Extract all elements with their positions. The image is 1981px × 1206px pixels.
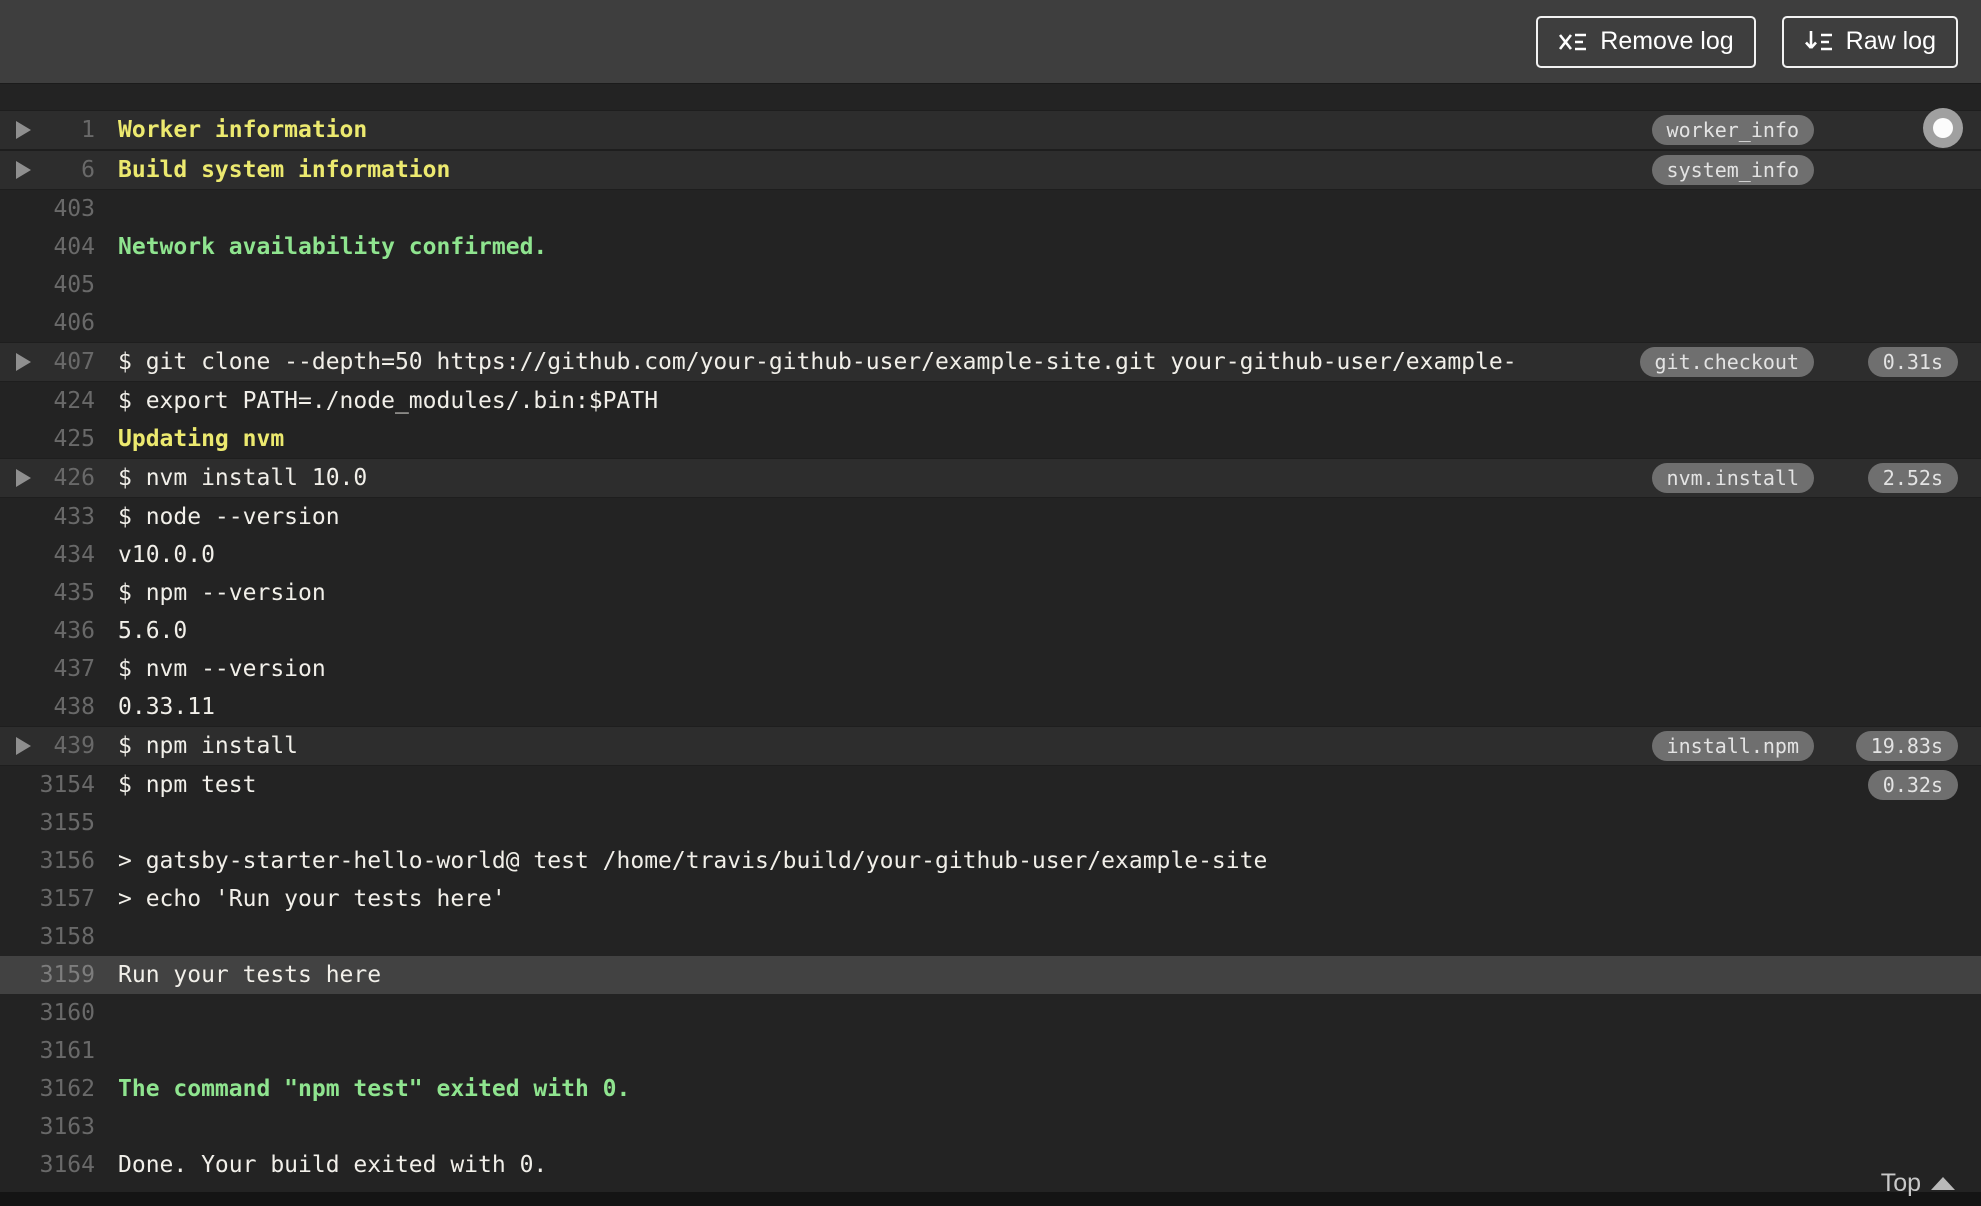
- log-text: Worker information: [118, 117, 368, 143]
- line-number[interactable]: 6: [0, 151, 95, 189]
- line-number[interactable]: 436: [0, 612, 95, 650]
- log-row: 438 0.33.11: [0, 688, 1981, 726]
- log-row: 434 v10.0.0: [0, 536, 1981, 574]
- line-number[interactable]: 3161: [0, 1032, 95, 1070]
- log-text: $ npm --version: [118, 580, 326, 606]
- log-row: 425 Updating nvm: [0, 420, 1981, 458]
- line-number[interactable]: 433: [0, 498, 95, 536]
- fold-tag-badge: worker_info: [1651, 115, 1814, 145]
- log-text: v10.0.0: [118, 542, 215, 568]
- log-row: 403: [0, 190, 1981, 228]
- line-number[interactable]: 406: [0, 304, 95, 342]
- log-row: 3155: [0, 804, 1981, 842]
- log-row: 6 Build system information system_info: [0, 150, 1981, 190]
- log-row: 3163: [0, 1108, 1981, 1146]
- line-number[interactable]: 424: [0, 382, 95, 420]
- log-row: 3162 The command "npm test" exited with 0…: [0, 1070, 1981, 1108]
- log-text: $ git clone --depth=50 https://github.co…: [118, 349, 1517, 375]
- log-text: 5.6.0: [118, 618, 188, 644]
- line-number[interactable]: 3164: [0, 1146, 95, 1184]
- duration-badge: 0.32s: [1867, 770, 1958, 800]
- scroll-to-top-link[interactable]: Top: [1881, 1169, 1955, 1198]
- line-number[interactable]: 3155: [0, 804, 95, 842]
- log-row: 426 $ nvm install 10.0 nvm.install 2.52s: [0, 458, 1981, 498]
- duration-badge: 2.52s: [1867, 463, 1958, 493]
- log-text: > echo 'Run your tests here': [118, 886, 506, 912]
- remove-log-icon: [1558, 29, 1588, 55]
- line-number[interactable]: 425: [0, 420, 95, 458]
- log-text: $ export PATH=./node_modules/.bin:$PATH: [118, 388, 659, 414]
- log-text: Build system information: [118, 157, 451, 183]
- fold-tag-badge: system_info: [1651, 155, 1814, 185]
- log-row: 3158: [0, 918, 1981, 956]
- raw-log-button[interactable]: Raw log: [1781, 15, 1958, 68]
- log-row: 3161: [0, 1032, 1981, 1070]
- log-text: Done. Your build exited with 0.: [118, 1152, 548, 1178]
- line-number[interactable]: 435: [0, 574, 95, 612]
- log-row: 1 Worker information worker_info: [0, 110, 1981, 150]
- log-viewer: 1 Worker information worker_info 6 Build sys…: [0, 85, 1981, 1192]
- log-row: 3157 > echo 'Run your tests here': [0, 880, 1981, 918]
- duration-badge: 19.83s: [1855, 731, 1958, 761]
- duration-badge: 0.31s: [1867, 347, 1958, 377]
- log-toolbar: Remove log Raw log: [0, 0, 1981, 84]
- log-row: 3156 > gatsby-starter-hello-world@ test /…: [0, 842, 1981, 880]
- line-number[interactable]: 426: [0, 459, 95, 497]
- line-number[interactable]: 3160: [0, 994, 95, 1032]
- remove-log-label: Remove log: [1600, 27, 1734, 55]
- log-row: 437 $ nvm --version: [0, 650, 1981, 688]
- line-number[interactable]: 3156: [0, 842, 95, 880]
- log-row: 436 5.6.0: [0, 612, 1981, 650]
- log-text: $ nvm install 10.0: [118, 465, 368, 491]
- line-number[interactable]: 403: [0, 190, 95, 228]
- top-label: Top: [1880, 1169, 1921, 1197]
- log-row: 424 $ export PATH=./node_modules/.bin:$PA…: [0, 382, 1981, 420]
- line-number[interactable]: 3162: [0, 1070, 95, 1108]
- fold-tag-badge: nvm.install: [1651, 463, 1814, 493]
- remove-log-button[interactable]: Remove log: [1536, 15, 1756, 68]
- log-row: 435 $ npm --version: [0, 574, 1981, 612]
- log-text: > gatsby-starter-hello-world@ test /home…: [118, 848, 1268, 874]
- line-number[interactable]: 439: [0, 727, 95, 765]
- log-row: 404 Network availability confirmed.: [0, 228, 1981, 266]
- log-text: Run your tests here: [118, 962, 382, 988]
- log-row: 406: [0, 304, 1981, 342]
- scroll-indicator[interactable]: [1923, 108, 1963, 148]
- fold-tag-badge: install.npm: [1651, 731, 1814, 761]
- log-row: 407 $ git clone --depth=50 https://github…: [0, 342, 1981, 382]
- raw-log-label: Raw log: [1845, 27, 1936, 55]
- raw-log-icon: [1804, 29, 1834, 55]
- log-row: 433 $ node --version: [0, 498, 1981, 536]
- log-row: 405: [0, 266, 1981, 304]
- log-text: $ npm install: [118, 733, 299, 759]
- log-text: Updating nvm: [118, 426, 285, 452]
- line-number[interactable]: 3159: [0, 956, 95, 994]
- line-number[interactable]: 407: [0, 343, 95, 381]
- caret-up-icon: [1931, 1177, 1955, 1190]
- line-number[interactable]: 1: [0, 111, 95, 149]
- line-number[interactable]: 404: [0, 228, 95, 266]
- line-number[interactable]: 3157: [0, 880, 95, 918]
- log-row: 3159 Run your tests here: [0, 956, 1981, 994]
- line-number[interactable]: 405: [0, 266, 95, 304]
- log-text: $ npm test: [118, 772, 257, 798]
- line-number[interactable]: 438: [0, 688, 95, 726]
- log-row: 3164 Done. Your build exited with 0.: [0, 1146, 1981, 1184]
- line-number[interactable]: 3158: [0, 918, 95, 956]
- log-row: 439 $ npm install install.npm 19.83s: [0, 726, 1981, 766]
- log-row: 3160: [0, 994, 1981, 1032]
- line-number[interactable]: 437: [0, 650, 95, 688]
- log-text: 0.33.11: [118, 694, 215, 720]
- log-text: $ nvm --version: [118, 656, 326, 682]
- build-log-page: Remove log Raw log 1 Worker information wo…: [0, 0, 1981, 1206]
- log-text: Network availability confirmed.: [118, 234, 548, 260]
- log-text: $ node --version: [118, 504, 340, 530]
- log-row: 3154 $ npm test 0.32s: [0, 766, 1981, 804]
- bottom-strip: [0, 1192, 1981, 1206]
- fold-tag-badge: git.checkout: [1639, 347, 1814, 377]
- line-number[interactable]: 3154: [0, 766, 95, 804]
- line-number[interactable]: 3163: [0, 1108, 95, 1146]
- line-number[interactable]: 434: [0, 536, 95, 574]
- log-text: The command "npm test" exited with 0.: [118, 1076, 631, 1102]
